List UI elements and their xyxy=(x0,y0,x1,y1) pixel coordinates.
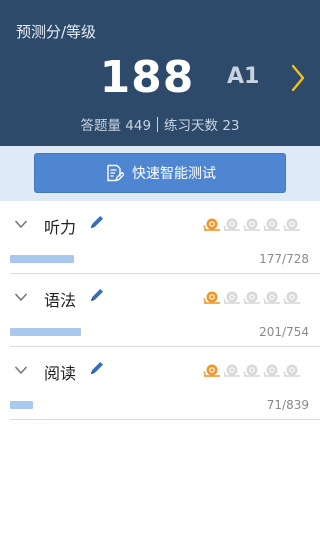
section-listening[interactable]: 听力 177/728 xyxy=(0,201,320,274)
quick-test-button[interactable]: 快速智能测试 xyxy=(34,153,286,193)
score-header: 预测分/等级 188 A1 答题量 449 练习天数 23 xyxy=(0,0,320,146)
progress-bar xyxy=(10,401,33,409)
snail-icon xyxy=(203,291,220,304)
progress-bar xyxy=(10,328,81,336)
chevron-down-icon[interactable] xyxy=(14,365,28,375)
progress-bar xyxy=(10,255,74,263)
snail-icon xyxy=(223,364,240,377)
snail-icon xyxy=(283,364,300,377)
progress-count: 71/839 xyxy=(266,398,309,412)
progress-count: 201/754 xyxy=(259,325,309,339)
chevron-down-icon[interactable] xyxy=(14,292,28,302)
answered-count: 答题量 449 xyxy=(80,118,152,134)
snail-icon xyxy=(263,364,280,377)
snail-icon xyxy=(283,291,300,304)
snail-icon xyxy=(223,291,240,304)
snail-icon xyxy=(263,218,280,231)
edit-note-icon xyxy=(107,164,124,182)
score-value: 188 xyxy=(99,52,195,103)
stats-line: 答题量 449 练习天数 23 xyxy=(0,114,320,134)
section-reading[interactable]: 阅读 71/839 xyxy=(0,347,320,420)
header-title: 预测分/等级 xyxy=(16,23,97,41)
pencil-icon[interactable] xyxy=(88,213,104,231)
snail-icon xyxy=(283,218,300,231)
snail-icon xyxy=(223,218,240,231)
snail-icon xyxy=(203,218,220,231)
divider xyxy=(10,419,320,420)
quick-test-label: 快速智能测试 xyxy=(132,166,216,182)
pencil-icon[interactable] xyxy=(88,359,104,377)
level-indicator xyxy=(203,289,301,304)
section-title: 语法 xyxy=(44,291,77,310)
section-title: 阅读 xyxy=(44,364,77,383)
level-indicator xyxy=(203,362,301,377)
section-grammar[interactable]: 语法 201/754 xyxy=(0,274,320,347)
snail-icon xyxy=(263,291,280,304)
grade-label: A1 xyxy=(227,64,260,89)
snail-icon xyxy=(243,291,260,304)
section-title: 听力 xyxy=(44,218,77,237)
snail-icon xyxy=(203,364,220,377)
pencil-icon[interactable] xyxy=(88,286,104,304)
practice-days: 练习天数 23 xyxy=(164,118,240,134)
snail-icon xyxy=(243,218,260,231)
chevron-down-icon[interactable] xyxy=(14,219,28,229)
level-indicator xyxy=(203,216,301,231)
chevron-right-icon[interactable] xyxy=(288,62,308,94)
progress-count: 177/728 xyxy=(259,252,309,266)
snail-icon xyxy=(243,364,260,377)
stats-divider xyxy=(157,117,159,132)
